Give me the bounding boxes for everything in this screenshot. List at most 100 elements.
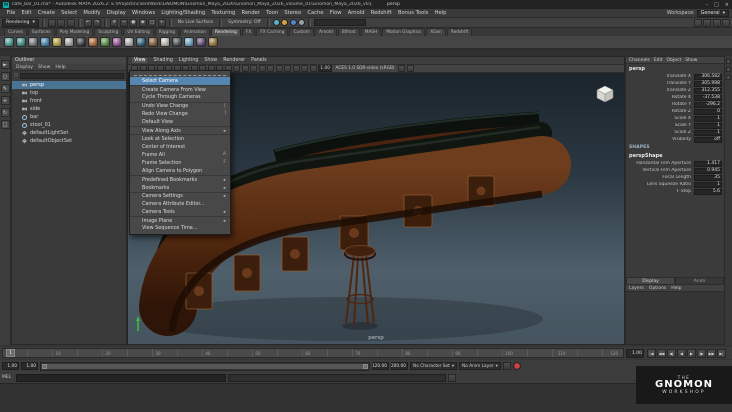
toolbox-tool-icon[interactable]: ○	[0, 72, 10, 81]
playback-button[interactable]: |▶	[697, 348, 706, 358]
view-menu-item[interactable]: Camera Attribute Editor...	[130, 200, 230, 208]
view-menu-item[interactable]: Default View	[130, 118, 230, 126]
animation-start-field[interactable]: 1.00	[2, 362, 19, 370]
sidebar-toggle-icon[interactable]	[712, 18, 721, 27]
playback-start-field[interactable]: 1.00	[21, 362, 38, 370]
panel-menu-item[interactable]: Show	[204, 58, 217, 63]
playback-button[interactable]: ▶▶	[707, 348, 716, 358]
anim-layer-select[interactable]: No Anim Layer ▾	[459, 362, 501, 370]
status-separator[interactable]	[266, 18, 270, 27]
shelf-tool-icon[interactable]	[40, 37, 50, 47]
shelf-tab[interactable]: XGen	[426, 28, 446, 36]
menu-item[interactable]: Windows	[129, 10, 157, 16]
shelf-tool-icon[interactable]	[160, 37, 170, 47]
range-handle-left[interactable]	[42, 363, 47, 369]
close-button[interactable]: ×	[725, 2, 729, 8]
title-bar[interactable]: M cafe_bar_01.ma* - Autodesk MAYA 2026.2…	[0, 0, 732, 9]
viewport-toolbar-icon[interactable]	[233, 65, 240, 72]
channel-value-field[interactable]: 35	[694, 174, 722, 181]
menu-item[interactable]: Arnold	[345, 10, 367, 16]
channel-name[interactable]: Scale Z	[626, 130, 694, 135]
render-icon[interactable]	[281, 19, 289, 26]
shelf-tab[interactable]: FX Caching	[256, 28, 289, 36]
symmetry-indicator[interactable]: Symmetry: Off	[225, 20, 264, 25]
shelf-tab[interactable]: Rigging	[154, 28, 180, 36]
command-line-input[interactable]	[16, 373, 226, 382]
menu-item[interactable]: Redshift	[368, 10, 394, 16]
viewport-toolbar-icon[interactable]	[301, 65, 308, 72]
file-icon[interactable]	[66, 18, 75, 27]
gamma-icon[interactable]	[398, 65, 406, 72]
shelf-tab[interactable]: Custom	[289, 28, 314, 36]
playback-button[interactable]: ▶|	[717, 348, 726, 358]
shelf-tool-icon[interactable]	[196, 37, 206, 47]
viewport-toolbar-icon[interactable]	[292, 65, 300, 72]
panel-menu-item[interactable]: Lighting	[179, 58, 198, 63]
menu-tearoff-handle[interactable]	[134, 72, 226, 76]
channel-name[interactable]: Translate X	[626, 74, 694, 79]
render-icon[interactable]	[272, 19, 280, 26]
set-key-icon[interactable]	[502, 362, 511, 370]
shelf-tool-icon[interactable]	[4, 37, 14, 47]
shelf-tool-icon[interactable]	[52, 37, 62, 47]
menu-item[interactable]: Stereo	[282, 10, 304, 16]
shape-node-name[interactable]: perspShape	[626, 151, 724, 160]
workspace-select[interactable]: General ▾	[696, 10, 729, 17]
channel-value-field[interactable]: 1.417	[694, 160, 722, 167]
character-set-select[interactable]: No Character Set ▾	[410, 362, 458, 370]
shelf-tab[interactable]: UV Editing	[123, 28, 154, 36]
snap-icon[interactable]: ●	[129, 18, 138, 27]
render-icon[interactable]	[298, 19, 306, 26]
toolbox-tool-icon[interactable]: □	[0, 120, 10, 129]
status-separator[interactable]	[104, 18, 108, 27]
outliner-item[interactable]: defaultLightSet	[12, 129, 126, 137]
view-menu-item[interactable]: Undo View Change [	[130, 101, 230, 110]
view-menu-item[interactable]: Camera Settings	[130, 191, 230, 200]
current-time-indicator[interactable]: 1	[6, 349, 15, 357]
script-editor-icon[interactable]	[448, 373, 456, 382]
tool-settings-dock-icon[interactable]	[726, 75, 731, 80]
attribute-editor-dock-icon[interactable]	[726, 67, 731, 72]
menu-item[interactable]: Flow	[327, 10, 344, 16]
channel-box-menu-item[interactable]: Edit	[654, 58, 663, 63]
shelf-tool-icon[interactable]	[76, 37, 86, 47]
channel-name[interactable]: Vertical Film Aperture	[626, 168, 694, 173]
playback-button[interactable]: ◀	[677, 348, 686, 358]
view-menu-item[interactable]: Cycle Through Cameras	[130, 93, 230, 101]
channel-value-field[interactable]: -37.538	[694, 94, 722, 101]
layer-editor-menu-item[interactable]: Options	[649, 286, 666, 291]
channel-name[interactable]: Scale Y	[626, 123, 694, 128]
outliner-item[interactable]: defaultObjectSet	[12, 137, 126, 145]
status-separator[interactable]	[308, 18, 312, 27]
menu-item[interactable]: Lighting/Shading	[159, 10, 208, 16]
snap-icon[interactable]: ◆	[138, 18, 147, 27]
shelf-tool-icon[interactable]	[172, 37, 182, 47]
range-slider[interactable]	[40, 361, 370, 371]
view-menu-item[interactable]: Align Camera to Polygon	[130, 167, 230, 175]
menu-item[interactable]: Texturing	[209, 10, 238, 16]
shelf-tab[interactable]: Motion Graphics	[382, 28, 426, 36]
menu-item[interactable]: Edit	[19, 10, 34, 16]
shelf-tool-icon[interactable]	[112, 37, 122, 47]
shelf-tool-icon[interactable]	[100, 37, 110, 47]
snap-icon[interactable]: #	[110, 18, 119, 27]
command-language-toggle[interactable]: MEL	[2, 375, 14, 380]
menu-item[interactable]: Render	[239, 10, 263, 16]
view-menu-item[interactable]: View Sequence Time...	[130, 224, 230, 232]
outliner-search-input[interactable]	[19, 72, 124, 79]
menu-item[interactable]: Help	[432, 10, 449, 16]
channel-name[interactable]: Focal Length	[626, 175, 694, 180]
animation-end-field[interactable]: 200.00	[391, 362, 408, 370]
shelf-tool-icon[interactable]	[136, 37, 146, 47]
color-space-select[interactable]: ACES 1.0 SDR-video (sRGB)	[334, 66, 397, 71]
channel-name[interactable]: F Stop	[626, 189, 694, 194]
outliner-item[interactable]: side	[12, 105, 126, 113]
view-menu-item[interactable]: View Along Axis	[130, 126, 230, 134]
sidebar-toggle-icon[interactable]	[693, 18, 702, 27]
outliner-item[interactable]: bar	[12, 113, 126, 121]
view-menu-item[interactable]: Redo View Change ]	[130, 110, 230, 118]
channel-name[interactable]: Horizontal Film Aperture	[626, 161, 694, 166]
sidebar-toggle-icon[interactable]	[703, 18, 711, 27]
range-bar[interactable]	[42, 363, 368, 369]
channel-value-field[interactable]: off	[694, 136, 722, 143]
